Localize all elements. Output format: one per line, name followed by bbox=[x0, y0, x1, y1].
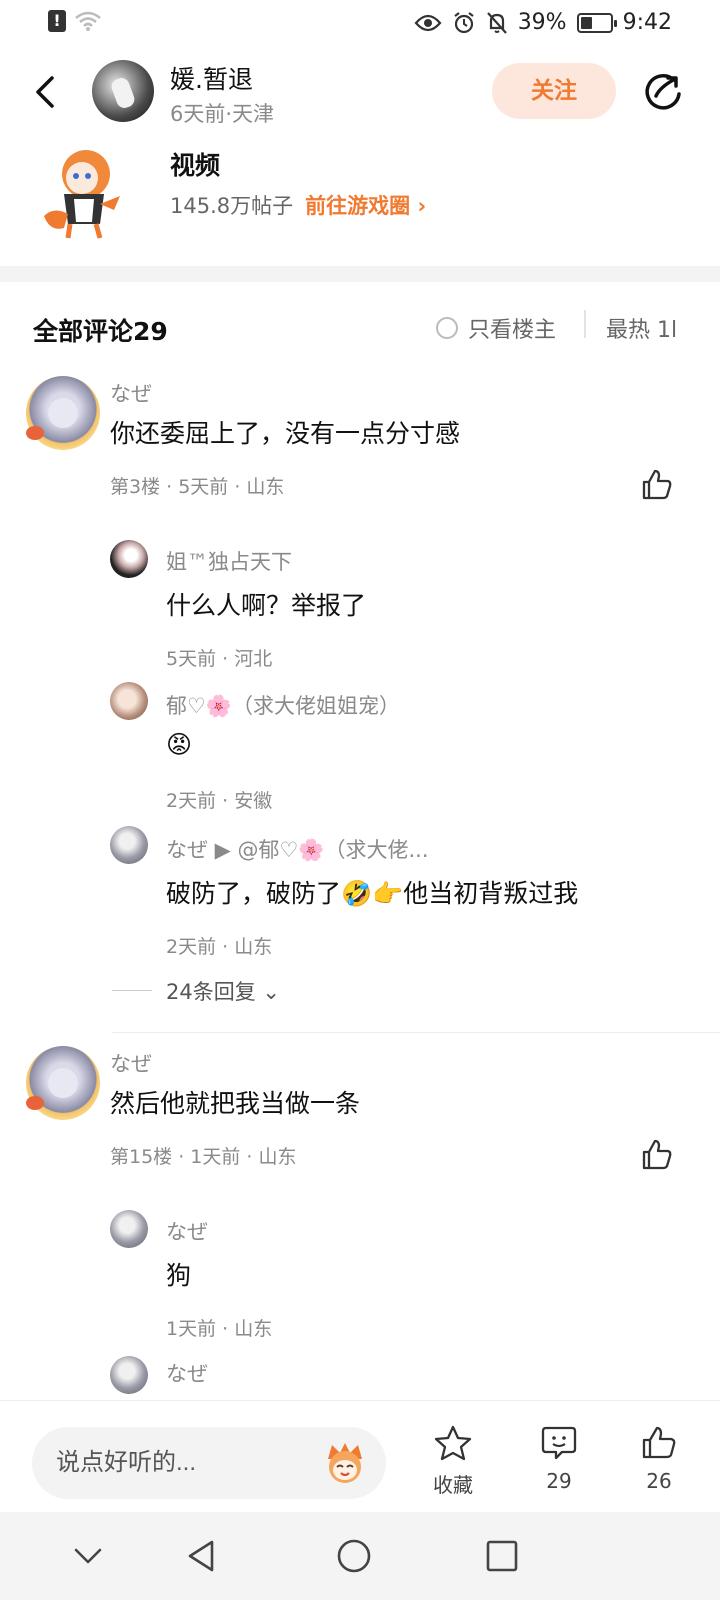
system-nav-bar bbox=[0, 1512, 720, 1600]
post-header: 媛.暂退 6天前·天津 关注 bbox=[0, 54, 720, 134]
commenter-name[interactable]: なぜ bbox=[110, 378, 152, 408]
eye-icon bbox=[414, 14, 442, 31]
author-name[interactable]: 媛.暂退 bbox=[170, 60, 253, 96]
reply-meta: 5天前 · 河北 bbox=[166, 648, 273, 670]
comment-meta: 第3楼 · 5天前 · 山东 bbox=[110, 476, 285, 498]
comments-button[interactable]: 29 bbox=[524, 1425, 594, 1493]
wifi-icon bbox=[75, 11, 101, 31]
alarm-icon bbox=[454, 11, 474, 33]
comments-title: 全部评论29 bbox=[33, 317, 168, 346]
like-button[interactable]: 26 bbox=[624, 1425, 694, 1493]
star-icon bbox=[434, 1425, 472, 1461]
circle-mascot-image bbox=[44, 150, 120, 239]
author-meta: 6天前·天津 bbox=[170, 102, 275, 126]
comments-header: 全部评论29 只看楼主 最热 1l bbox=[0, 300, 720, 354]
reply-text: 😡 bbox=[166, 730, 193, 759]
reply-avatar[interactable] bbox=[110, 1356, 148, 1394]
commenter-name[interactable]: なぜ bbox=[110, 1048, 152, 1078]
reply-avatar[interactable] bbox=[110, 1210, 148, 1248]
favorite-button[interactable]: 收藏 bbox=[418, 1425, 488, 1498]
reply-text: 狗 bbox=[166, 1261, 192, 1290]
game-circle-card[interactable]: 视频 145.8万帖子 前往游戏圈 › bbox=[0, 140, 720, 260]
favorite-label: 收藏 bbox=[433, 1473, 473, 1497]
nav-home-icon[interactable] bbox=[332, 1534, 376, 1578]
replies-line bbox=[112, 990, 152, 991]
clock: 9:42 bbox=[622, 10, 672, 35]
reply-meta: 2天前 · 安徽 bbox=[166, 790, 273, 812]
battery-fill bbox=[580, 16, 592, 29]
commenter-avatar[interactable] bbox=[26, 376, 100, 450]
commenter-avatar[interactable] bbox=[26, 1046, 100, 1120]
comment-count: 29 bbox=[546, 1469, 572, 1493]
reply-avatar[interactable] bbox=[110, 826, 148, 864]
expand-replies-button[interactable]: 24条回复 ⌄ bbox=[166, 976, 280, 1006]
nav-back-icon[interactable] bbox=[180, 1534, 224, 1578]
reply-name[interactable]: なぜ bbox=[166, 1358, 208, 1388]
reply-avatar[interactable] bbox=[110, 682, 148, 720]
radio-icon[interactable] bbox=[436, 317, 458, 339]
reply-name[interactable]: 郁♡🌸（求大佬姐姐宠） bbox=[166, 690, 400, 720]
comment-icon bbox=[541, 1426, 577, 1460]
chevron-right-icon: › bbox=[417, 194, 427, 218]
reply-name[interactable]: なぜ ▶ @郁♡🌸（求大佬... bbox=[166, 834, 429, 864]
circle-name: 视频 bbox=[170, 151, 221, 180]
section-divider bbox=[0, 266, 720, 282]
comment-input-pill[interactable] bbox=[32, 1427, 386, 1499]
reply-text: 破防了，破防了🤣👉他当初背叛过我 bbox=[166, 879, 579, 908]
thumbs-up-icon[interactable] bbox=[640, 1138, 674, 1172]
circle-stats: 145.8万帖子 前往游戏圈 › bbox=[170, 190, 426, 220]
follow-button[interactable]: 关注 bbox=[492, 63, 616, 119]
author-avatar[interactable] bbox=[92, 60, 154, 122]
back-arrow-icon[interactable] bbox=[30, 72, 66, 112]
chevron-down-icon[interactable] bbox=[66, 1534, 110, 1578]
comment-separator bbox=[112, 1032, 720, 1033]
comment-text: 你还委屈上了，没有一点分寸感 bbox=[110, 419, 461, 448]
battery-icon bbox=[576, 12, 617, 33]
thumbs-up-icon[interactable] bbox=[640, 468, 674, 502]
reply-avatar[interactable] bbox=[110, 540, 148, 578]
comment-text: 然后他就把我当做一条 bbox=[110, 1089, 361, 1118]
only-op-toggle[interactable]: 只看楼主 bbox=[436, 312, 556, 344]
alert-icon: ! bbox=[48, 10, 66, 32]
status-bar: ! 39% 9:42 bbox=[0, 0, 720, 48]
mute-icon bbox=[486, 11, 507, 34]
battery-percent: 39% bbox=[517, 10, 567, 35]
thumbs-up-icon bbox=[642, 1426, 676, 1459]
comment-meta: 第15楼 · 1天前 · 山东 bbox=[110, 1146, 297, 1168]
reply-meta: 1天前 · 山东 bbox=[166, 1318, 273, 1340]
reply-name[interactable]: 姐™独占天下 bbox=[166, 546, 292, 576]
bottom-action-bar: 收藏 29 26 bbox=[0, 1400, 720, 1510]
share-icon[interactable] bbox=[642, 70, 684, 112]
comment-input[interactable] bbox=[56, 1445, 306, 1481]
reply-text: 什么人啊？举报了 bbox=[166, 591, 367, 620]
like-count: 26 bbox=[646, 1469, 672, 1493]
nav-recents-icon[interactable] bbox=[480, 1534, 524, 1578]
mascot-emoji-icon[interactable] bbox=[322, 1441, 368, 1485]
only-op-label: 只看楼主 bbox=[468, 318, 557, 343]
circle-post-count: 145.8万帖子 bbox=[170, 194, 294, 218]
header-separator bbox=[584, 310, 586, 338]
reply-meta: 2天前 · 山东 bbox=[166, 936, 273, 958]
sort-selector[interactable]: 最热 1l bbox=[606, 312, 686, 344]
reply-name[interactable]: なぜ bbox=[166, 1216, 208, 1246]
goto-game-circle-link[interactable]: 前往游戏圈 › bbox=[305, 194, 426, 218]
